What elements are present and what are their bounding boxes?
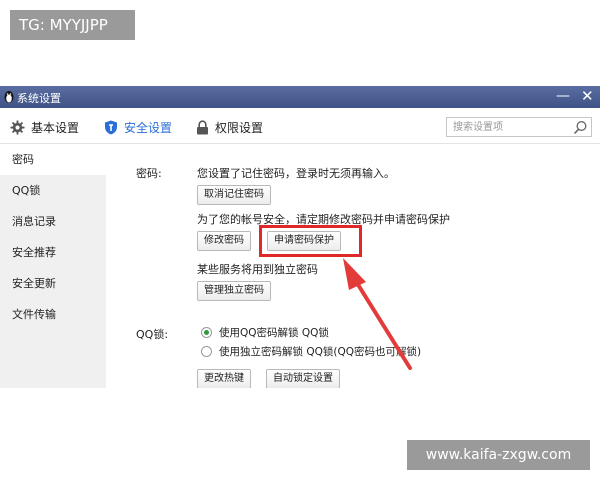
window-title: 系统设置 bbox=[17, 92, 61, 105]
penguin-icon bbox=[4, 91, 14, 103]
sidebar-item-file-transfer[interactable]: 文件传输 bbox=[0, 300, 106, 330]
watermark-top-left: TG: MYYJJPP bbox=[10, 10, 135, 40]
radio-label: 使用独立密码解锁 QQ锁(QQ密码也可解锁) bbox=[219, 346, 422, 358]
change-hotkey-button[interactable]: 更改热键 bbox=[197, 369, 251, 388]
tab-permission-settings[interactable]: 权限设置 bbox=[196, 118, 263, 136]
radio-button[interactable] bbox=[201, 346, 212, 357]
qq-lock-section-label: QQ锁: bbox=[136, 328, 169, 341]
lock-icon bbox=[197, 119, 208, 134]
sidebar-item-qq-lock[interactable]: QQ锁 bbox=[0, 176, 106, 206]
sidebar-item-password[interactable]: 密码 bbox=[0, 145, 106, 175]
settings-window: 系统设置 — ✕ 基本设置 安全设置 权限设置 搜索设置项 密码 QQ锁 消息记… bbox=[0, 86, 600, 388]
highlight-box bbox=[259, 225, 362, 257]
settings-tabs: 基本设置 安全设置 权限设置 bbox=[0, 108, 600, 144]
radio-button-checked[interactable] bbox=[201, 327, 212, 338]
watermark-bottom-right: www.kaifa-zxgw.com bbox=[407, 440, 590, 470]
search-input[interactable] bbox=[447, 118, 567, 136]
gear-icon bbox=[10, 119, 25, 135]
manage-independent-password-button[interactable]: 管理独立密码 bbox=[197, 281, 271, 301]
auto-lock-settings-button[interactable]: 自动锁定设置 bbox=[266, 369, 340, 388]
radio-unlock-with-independent-password[interactable]: 使用独立密码解锁 QQ锁(QQ密码也可解锁) bbox=[201, 344, 421, 359]
radio-label: 使用QQ密码解锁 QQ锁 bbox=[219, 327, 329, 339]
settings-sidebar: 密码 QQ锁 消息记录 安全推荐 安全更新 文件传输 bbox=[0, 145, 106, 388]
tab-label: 安全设置 bbox=[124, 120, 173, 135]
close-button[interactable]: ✕ bbox=[581, 87, 594, 105]
radio-unlock-with-qq-password[interactable]: 使用QQ密码解锁 QQ锁 bbox=[201, 325, 329, 340]
search-icon[interactable] bbox=[573, 120, 588, 135]
sidebar-item-message-history[interactable]: 消息记录 bbox=[0, 207, 106, 237]
remember-password-status: 您设置了记住密码，登录时无须再输入。 bbox=[197, 167, 395, 180]
sidebar-item-security-update[interactable]: 安全更新 bbox=[0, 269, 106, 299]
password-section-label: 密码: bbox=[136, 167, 162, 180]
change-password-button[interactable]: 修改密码 bbox=[197, 231, 251, 251]
cancel-remember-password-button[interactable]: 取消记住密码 bbox=[197, 185, 271, 205]
minimize-button[interactable]: — bbox=[556, 87, 570, 105]
search-box bbox=[446, 117, 592, 137]
shield-icon bbox=[105, 120, 117, 134]
security-content: 密码: 您设置了记住密码，登录时无须再输入。 取消记住密码 为了您的帐号安全，请… bbox=[106, 145, 600, 388]
tab-label: 权限设置 bbox=[215, 120, 264, 135]
independent-password-note: 某些服务将用到独立密码 bbox=[197, 263, 318, 276]
tab-security-settings[interactable]: 安全设置 bbox=[104, 118, 172, 136]
title-bar: 系统设置 — ✕ bbox=[0, 86, 600, 108]
tab-basic-settings[interactable]: 基本设置 bbox=[10, 118, 79, 136]
sidebar-item-security-recommend[interactable]: 安全推荐 bbox=[0, 238, 106, 268]
tab-label: 基本设置 bbox=[31, 120, 80, 135]
